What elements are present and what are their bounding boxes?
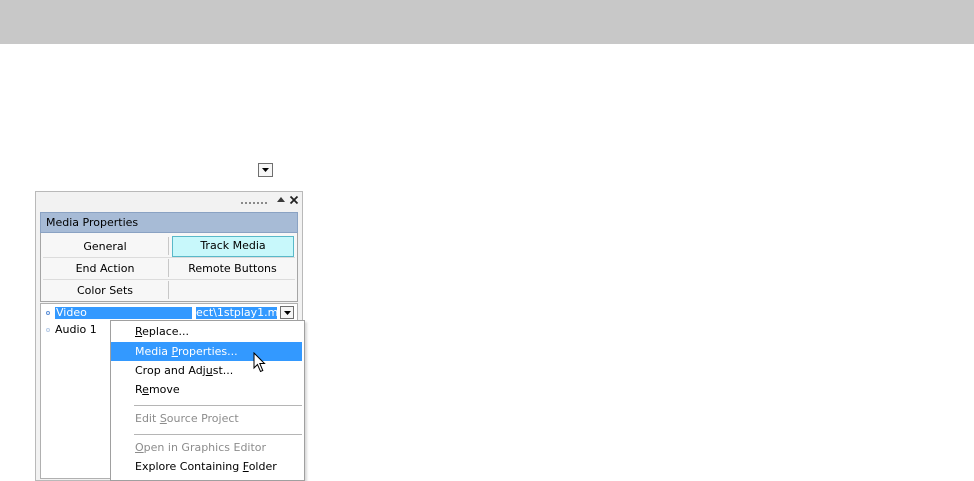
track-bullet-icon xyxy=(46,311,50,315)
tab-color-sets[interactable]: Color Sets xyxy=(43,280,167,301)
menu-item-crop-and-adjust[interactable]: Crop and Adjust... xyxy=(111,361,302,380)
track-video-path[interactable]: ect\1stplay1.m2v xyxy=(196,307,277,319)
tab-grid: General Track Media End Action Remote Bu… xyxy=(40,233,298,302)
tab-row-divider xyxy=(43,279,295,280)
collapse-arrow-icon[interactable] xyxy=(276,195,286,205)
tab-remote-buttons[interactable]: Remote Buttons xyxy=(169,258,296,279)
menu-item-open-in-graphics-editor[interactable]: Open in Graphics Editor xyxy=(111,438,302,457)
menu-item-explore-containing-folder[interactable]: Explore Containing Folder xyxy=(111,457,302,476)
menu-item-media-properties[interactable]: Media Properties... xyxy=(111,342,302,361)
chevron-down-icon xyxy=(262,168,269,172)
tab-general[interactable]: General xyxy=(43,236,167,257)
close-icon[interactable] xyxy=(289,195,299,205)
track-audio-name[interactable]: Audio 1 xyxy=(55,324,97,336)
menu-item-edit-source-project[interactable]: Edit Source Project xyxy=(111,409,302,428)
track-video-name[interactable]: Video xyxy=(55,307,192,319)
tab-track-media[interactable]: Track Media xyxy=(172,236,294,257)
mouse-cursor-icon xyxy=(253,352,266,373)
track-dropdown-button[interactable] xyxy=(280,306,294,319)
chevron-down-icon xyxy=(283,310,291,315)
menu-item-remove[interactable]: Remove xyxy=(111,380,302,399)
menu-separator xyxy=(134,434,302,435)
panel-title: Media Properties xyxy=(40,212,298,233)
tab-divider xyxy=(168,281,169,299)
top-toolbar-area xyxy=(0,0,974,44)
tab-row-divider xyxy=(43,257,295,258)
tab-divider xyxy=(168,259,169,277)
menu-item-replace[interactable]: Replace... xyxy=(111,322,302,341)
dropdown-button[interactable] xyxy=(258,163,273,177)
grip-handle-icon[interactable] xyxy=(240,200,270,206)
menu-separator xyxy=(134,405,302,406)
tab-divider xyxy=(168,237,169,255)
track-bullet-icon xyxy=(46,328,50,332)
tab-end-action[interactable]: End Action xyxy=(43,258,167,279)
